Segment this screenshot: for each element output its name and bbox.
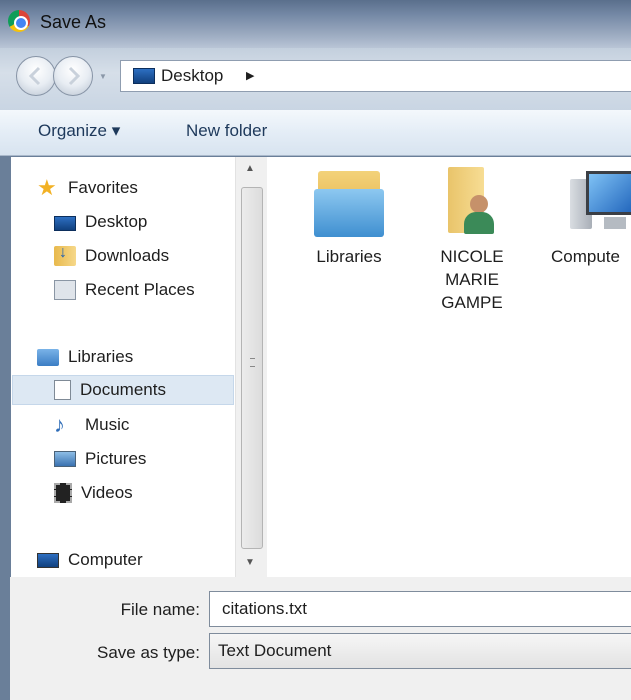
- content-item-computer[interactable]: Compute: [544, 167, 631, 268]
- address-bar[interactable]: Desktop ▶: [120, 60, 631, 92]
- file-name-value[interactable]: citations.txt: [222, 599, 307, 619]
- videos-icon: [54, 483, 72, 503]
- star-icon: ★: [37, 175, 57, 200]
- file-list: Libraries NICOLE MARIE GAMPE Compute: [267, 157, 631, 577]
- content-item-user-folder[interactable]: NICOLE MARIE GAMPE: [417, 167, 527, 314]
- nav-downloads[interactable]: Downloads: [54, 241, 169, 271]
- navigation-pane: ★ Favorites Desktop Downloads Recent Pla…: [11, 157, 235, 577]
- nav-libraries-label: Libraries: [68, 347, 134, 366]
- back-arrow-icon: [28, 66, 41, 86]
- grip-icon: [250, 358, 255, 367]
- chrome-icon: [8, 10, 30, 32]
- navigation-scrollbar[interactable]: ▲ ▼: [235, 157, 267, 577]
- nav-videos[interactable]: Videos: [54, 478, 133, 508]
- content-item-label: Compute: [551, 247, 620, 266]
- content-item-label: Libraries: [316, 247, 382, 266]
- save-as-type-value[interactable]: Text Document: [218, 641, 331, 661]
- scroll-up-arrow-icon[interactable]: ▲: [245, 163, 255, 174]
- downloads-icon: [54, 244, 76, 266]
- content-item-label-line-3: GAMPE: [441, 293, 503, 312]
- address-location[interactable]: Desktop: [161, 66, 223, 86]
- content-item-libraries[interactable]: Libraries: [294, 167, 404, 268]
- breadcrumb-arrow-icon[interactable]: ▶: [246, 69, 254, 82]
- nav-favorites-label: Favorites: [68, 178, 138, 197]
- content-item-label-line-2: MARIE: [445, 270, 499, 289]
- forward-arrow-icon: [68, 66, 81, 86]
- back-button[interactable]: [16, 56, 56, 96]
- save-as-type-label: Save as type:: [96, 643, 200, 662]
- scroll-down-arrow-icon[interactable]: ▼: [245, 557, 255, 568]
- nav-recent-places[interactable]: Recent Places: [54, 275, 195, 305]
- libraries-icon: [37, 348, 59, 366]
- nav-libraries[interactable]: Libraries: [37, 342, 133, 372]
- nav-favorites[interactable]: ★ Favorites: [37, 173, 138, 203]
- file-name-label: File name:: [120, 600, 200, 619]
- nav-pictures[interactable]: Pictures: [54, 444, 146, 474]
- nav-music-label: Music: [85, 415, 130, 434]
- nav-videos-label: Videos: [81, 483, 133, 502]
- nav-computer[interactable]: Computer: [37, 545, 143, 575]
- nav-computer-label: Computer: [68, 550, 143, 569]
- nav-recent-places-label: Recent Places: [85, 280, 195, 299]
- save-as-type-select[interactable]: Text Document: [209, 633, 631, 669]
- nav-documents[interactable]: Documents: [12, 375, 234, 405]
- organize-button[interactable]: Organize ▾: [38, 121, 120, 141]
- nav-music[interactable]: ♪ Music: [54, 410, 129, 440]
- recent-locations-dropdown[interactable]: ▼: [99, 72, 107, 81]
- documents-icon: [54, 380, 71, 400]
- new-folder-button[interactable]: New folder: [186, 121, 267, 141]
- nav-documents-label: Documents: [80, 380, 166, 399]
- title-bar[interactable]: Save As: [0, 0, 631, 48]
- desktop-icon: [54, 215, 76, 231]
- nav-pictures-label: Pictures: [85, 449, 147, 468]
- desktop-icon: [133, 68, 155, 84]
- user-folder-icon: [442, 167, 502, 237]
- libraries-folder-icon: [314, 167, 384, 237]
- computer-icon: [564, 167, 631, 237]
- scrollbar-thumb[interactable]: [241, 187, 263, 549]
- nav-downloads-label: Downloads: [85, 246, 170, 265]
- pictures-icon: [54, 451, 76, 467]
- music-icon: ♪: [54, 412, 65, 437]
- command-toolbar: Organize ▾ New folder: [0, 110, 631, 156]
- window-title: Save As: [40, 12, 107, 32]
- forward-button[interactable]: [53, 56, 93, 96]
- computer-icon: [37, 552, 59, 568]
- file-name-input[interactable]: citations.txt: [209, 591, 631, 627]
- nav-desktop-label: Desktop: [85, 212, 148, 231]
- content-item-label-line-1: NICOLE: [440, 247, 504, 266]
- navigation-bar: ▼ Desktop ▶: [0, 48, 631, 110]
- save-footer: File name: citations.txt Save as type: T…: [0, 577, 631, 700]
- recent-places-icon: [54, 280, 76, 300]
- nav-desktop[interactable]: Desktop: [54, 207, 147, 237]
